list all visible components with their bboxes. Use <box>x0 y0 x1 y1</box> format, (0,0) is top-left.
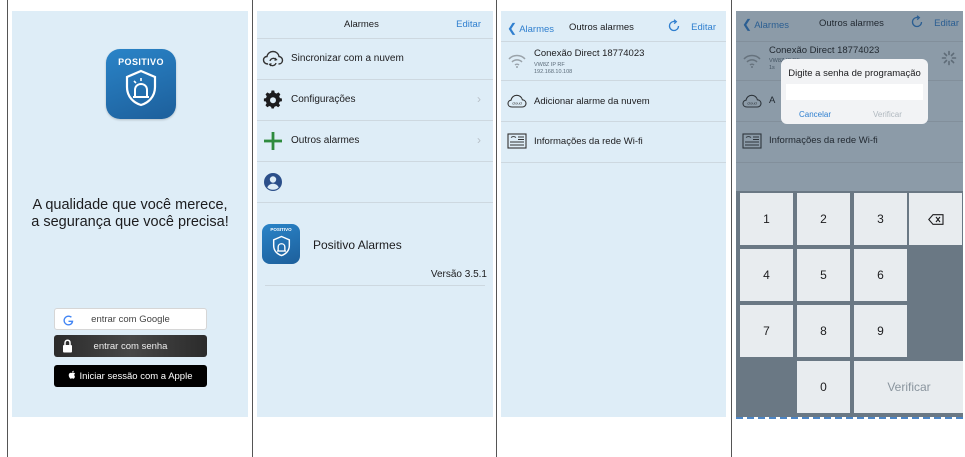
cloud-sync-icon <box>262 48 284 70</box>
key-6[interactable]: 6 <box>854 249 907 301</box>
add-cloud-label: Adicionar alarme da nuvem <box>534 96 650 107</box>
alarm-device-row[interactable]: Conexão Direct 18774023 VW8Z IP RF 192.1… <box>501 42 726 81</box>
wifi-info-row[interactable]: Informações da rede Wi-fi <box>501 122 726 163</box>
shield-alarm-icon <box>272 235 291 257</box>
menu-item-other-alarms[interactable]: Outros alarmes › <box>257 121 493 162</box>
password-login-label: entrar com senha <box>93 340 168 352</box>
nav-title: Outros alarmes <box>569 22 634 33</box>
user-icon <box>262 171 284 193</box>
network-info-icon <box>507 132 527 150</box>
google-login-label: entrar com Google <box>91 313 170 325</box>
nav-title: Alarmes <box>344 19 379 30</box>
chevron-right-icon: › <box>477 133 481 147</box>
menu-item-label: Sincronizar com a nuvem <box>291 53 404 64</box>
key-3[interactable]: 3 <box>854 193 907 245</box>
divider <box>252 0 253 457</box>
refresh-icon[interactable] <box>667 19 681 38</box>
menu-item-account[interactable] <box>257 162 493 203</box>
logo-brand-text: POSITIVO <box>270 227 292 232</box>
key-5[interactable]: 5 <box>797 249 850 301</box>
key-1[interactable]: 1 <box>740 193 793 245</box>
divider <box>265 285 485 286</box>
slogan: A qualidade que você merece, a segurança… <box>12 197 248 231</box>
about-app-title: Positivo Alarmes <box>313 238 402 252</box>
gear-icon <box>262 89 284 111</box>
backspace-key[interactable] <box>909 193 962 245</box>
key-2[interactable]: 2 <box>797 193 850 245</box>
cloud-icon: cloud <box>507 92 527 110</box>
apple-icon <box>68 370 76 382</box>
cancel-button[interactable]: Cancelar <box>799 110 831 119</box>
add-cloud-alarm-row[interactable]: cloud Adicionar alarme da nuvem <box>501 81 726 122</box>
verify-button[interactable]: Verificar <box>873 110 902 119</box>
wifi-info-label: Informações da rede Wi-fi <box>534 136 643 147</box>
nav-bar: Alarmes Editar <box>257 11 493 39</box>
key-9[interactable]: 9 <box>854 305 907 357</box>
back-label: Alarmes <box>519 24 555 35</box>
back-button[interactable]: ❮ Alarmes <box>507 21 554 35</box>
device-ip: 192.168.10.108 <box>534 69 573 75</box>
device-model: VW8Z IP RF <box>534 62 565 68</box>
wifi-icon <box>507 52 527 70</box>
divider <box>731 0 732 457</box>
divider <box>496 0 497 457</box>
google-login-button[interactable]: entrar com Google <box>54 308 207 330</box>
slogan-line: A qualidade que você merece, <box>32 197 228 213</box>
password-dialog: Digite a senha de programação Cancelar V… <box>781 59 928 124</box>
menu-item-sync-cloud[interactable]: Sincronizar com a nuvem <box>257 39 493 80</box>
backspace-icon <box>927 213 944 225</box>
shield-alarm-icon <box>125 69 157 107</box>
menu-item-label: Outros alarmes <box>291 135 360 146</box>
verify-key[interactable]: Verificar <box>854 361 963 413</box>
menu-item-settings[interactable]: Configurações › <box>257 80 493 121</box>
edit-button[interactable]: Editar <box>456 19 481 30</box>
apple-login-button[interactable]: Iniciar sessão com a Apple <box>54 365 207 387</box>
login-screen: POSITIVO A qualidade que você merece, a … <box>12 11 248 417</box>
divider <box>7 0 8 457</box>
dialog-title: Digite a senha de programação <box>788 68 921 79</box>
alarms-menu-screen: Alarmes Editar Sincronizar com a nuvem C… <box>257 11 493 417</box>
other-alarms-screen: ❮ Alarmes Outros alarmes Editar Conexão … <box>501 11 726 417</box>
apple-login-label: Iniciar sessão com a Apple <box>79 370 193 382</box>
app-logo-small: POSITIVO <box>262 224 300 264</box>
key-8[interactable]: 8 <box>797 305 850 357</box>
logo-brand-text: POSITIVO <box>118 57 164 67</box>
lock-icon <box>60 338 74 354</box>
dashed-border <box>736 417 963 419</box>
numeric-keypad: 1 2 3 4 5 6 7 8 9 0 Verificar <box>736 191 963 417</box>
password-login-button[interactable]: entrar com senha <box>54 335 207 357</box>
slogan-line: a segurança que você precisa! <box>31 214 229 230</box>
edit-button[interactable]: Editar <box>691 22 716 33</box>
key-7[interactable]: 7 <box>740 305 793 357</box>
chevron-right-icon: › <box>477 92 481 106</box>
svg-text:cloud: cloud <box>512 100 522 105</box>
chevron-left-icon: ❮ <box>507 21 518 35</box>
device-name: Conexão Direct 18774023 <box>534 48 645 59</box>
password-dialog-screen: ❮ Alarmes Outros alarmes Editar Conexão … <box>736 11 963 417</box>
password-input[interactable] <box>786 84 923 100</box>
version-text: Versão 3.5.1 <box>430 269 487 280</box>
nav-bar: ❮ Alarmes Outros alarmes Editar <box>501 11 726 42</box>
menu-item-label: Configurações <box>291 94 356 105</box>
key-4[interactable]: 4 <box>740 249 793 301</box>
google-g-icon <box>61 312 75 328</box>
app-logo: POSITIVO <box>106 49 176 119</box>
plus-icon <box>262 130 284 152</box>
key-0[interactable]: 0 <box>797 361 850 413</box>
